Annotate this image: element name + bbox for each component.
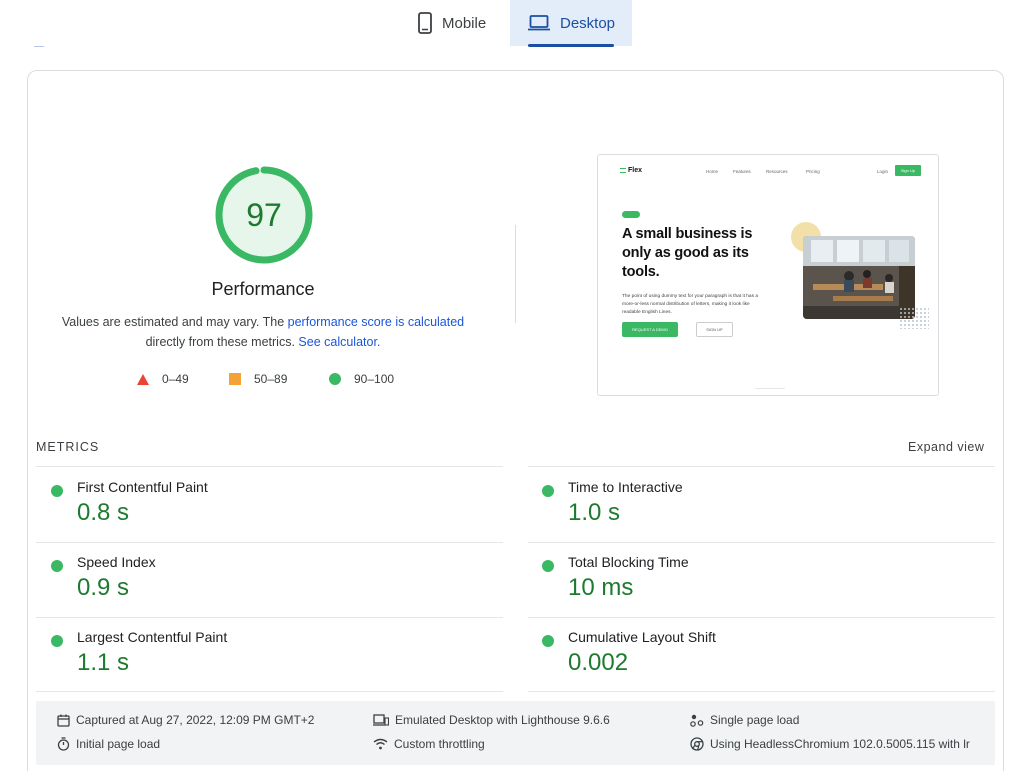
single-load-item: Single page load <box>690 713 799 727</box>
pass-circle-icon <box>51 560 63 572</box>
single-load-text: Single page load <box>710 713 800 727</box>
flex-logo-icon <box>620 168 626 173</box>
metric-title: Total Blocking Time <box>568 554 689 570</box>
thumb-bottom-line <box>755 388 785 389</box>
metric-title: Cumulative Layout Shift <box>568 629 716 645</box>
thumb-nav-link: Pricing <box>806 169 820 174</box>
legend-fail-label: 0–49 <box>162 372 189 386</box>
metric-value: 1.0 s <box>568 499 621 526</box>
thumb-login: Login <box>877 169 889 174</box>
thumb-nav-link: Home <box>706 169 719 174</box>
desc-text: Values are estimated and may vary. The <box>61 315 288 329</box>
thumb-navbar: Flex Home Features Resources Pricing Log… <box>620 165 921 177</box>
thumb-primary-button: REQUEST A DEMO <box>622 322 678 337</box>
metric-title: Time to Interactive <box>568 479 683 495</box>
score-calculated-link[interactable]: performance score is calculated <box>288 315 464 329</box>
metric-largest-contentful-paint: Largest Contentful Paint 1.1 s <box>51 629 471 699</box>
browser-text: Using HeadlessChromium 102.0.5005.115 wi… <box>710 737 970 751</box>
vertical-divider <box>515 225 516 323</box>
wifi-icon <box>373 738 388 750</box>
tab-desktop-label: Desktop <box>560 14 616 32</box>
pass-circle-icon <box>542 635 554 647</box>
metric-title: Speed Index <box>77 554 156 570</box>
thumb-nav-link: Features <box>733 169 751 174</box>
final-screenshot[interactable]: Flex Home Features Resources Pricing Log… <box>597 154 939 396</box>
pass-circle-icon <box>542 560 554 572</box>
calendar-icon <box>57 714 70 727</box>
nodes-icon <box>690 714 704 727</box>
legend-fail: 0–49 <box>137 372 189 386</box>
performance-score: 97 <box>246 196 282 233</box>
circle-icon <box>329 373 341 385</box>
triangle-icon <box>137 373 149 385</box>
laptop-icon <box>528 15 550 31</box>
metric-value: 1.1 s <box>77 649 130 676</box>
device-tabs: Mobile Desktop <box>0 0 1024 48</box>
thumb-secondary-button: SIGN UP <box>696 322 733 337</box>
thumb-nav-link: Resources <box>766 169 788 174</box>
divider <box>36 466 503 467</box>
chrome-icon <box>690 737 704 751</box>
legend-average: 50–89 <box>229 372 287 386</box>
metric-first-contentful-paint: First Contentful Paint 0.8 s <box>51 479 471 549</box>
divider <box>34 46 44 47</box>
desc-text: directly from these metrics. <box>145 335 299 349</box>
thumb-body: The point of using dummy text for your p… <box>622 294 758 315</box>
metric-speed-index: Speed Index 0.9 s <box>51 554 471 624</box>
metric-title: First Contentful Paint <box>77 479 208 495</box>
captured-at-text: Captured at Aug 27, 2022, 12:09 PM GMT+2 <box>76 713 315 727</box>
thumb-signup-button: Sign Up <box>895 165 921 176</box>
pass-circle-icon <box>542 485 554 497</box>
tab-mobile-label: Mobile <box>442 14 487 32</box>
thumb-dot-pattern <box>899 307 929 329</box>
browser-item: Using HeadlessChromium 102.0.5005.115 wi… <box>690 737 970 751</box>
metric-total-blocking-time: Total Blocking Time 10 ms <box>542 554 962 624</box>
devices-icon <box>373 714 389 726</box>
emulated-device-text: Emulated Desktop with Lighthouse 9.6.6 <box>395 713 610 727</box>
thumb-logo: Flex <box>620 167 642 174</box>
performance-title: Performance <box>211 279 315 299</box>
thumb-badge <box>622 211 640 218</box>
metric-value: 0.002 <box>568 649 629 676</box>
pass-circle-icon <box>51 635 63 647</box>
active-tab-indicator <box>528 44 614 47</box>
captured-at-item: Captured at Aug 27, 2022, 12:09 PM GMT+2 <box>57 713 314 727</box>
pass-circle-icon <box>51 485 63 497</box>
thumb-headline: A small business is only as good as its … <box>622 226 753 280</box>
phone-icon <box>418 12 432 34</box>
metric-time-to-interactive: Time to Interactive 1.0 s <box>542 479 962 549</box>
thumb-logo-text: Flex <box>628 167 643 174</box>
metric-cumulative-layout-shift: Cumulative Layout Shift 0.002 <box>542 629 962 699</box>
metric-value: 0.9 s <box>77 574 130 601</box>
tab-desktop[interactable]: Desktop <box>510 0 632 46</box>
throttling-item: Custom throttling <box>373 737 485 751</box>
throttling-text: Custom throttling <box>394 737 485 751</box>
timer-icon <box>57 737 70 751</box>
metric-value: 0.8 s <box>77 499 130 526</box>
initial-load-item: Initial page load <box>57 737 160 751</box>
performance-gauge: 97 <box>214 165 314 265</box>
divider <box>528 466 995 467</box>
legend-average-label: 50–89 <box>254 372 288 386</box>
tab-mobile[interactable]: Mobile <box>410 0 508 46</box>
runtime-settings: Captured at Aug 27, 2022, 12:09 PM GMT+2… <box>36 701 995 765</box>
metric-title: Largest Contentful Paint <box>77 629 228 645</box>
expand-view-toggle[interactable]: Expand view <box>908 440 984 454</box>
metrics-heading: METRICS <box>36 440 100 454</box>
see-calculator-link[interactable]: See calculator. <box>298 335 380 349</box>
emulated-device-item: Emulated Desktop with Lighthouse 9.6.6 <box>373 713 610 727</box>
legend-pass: 90–100 <box>329 372 394 386</box>
initial-load-text: Initial page load <box>76 737 161 751</box>
performance-description: Values are estimated and may vary. The p… <box>52 312 474 352</box>
metric-value: 10 ms <box>568 574 634 601</box>
square-icon <box>229 373 241 385</box>
legend-pass-label: 90–100 <box>354 372 395 386</box>
